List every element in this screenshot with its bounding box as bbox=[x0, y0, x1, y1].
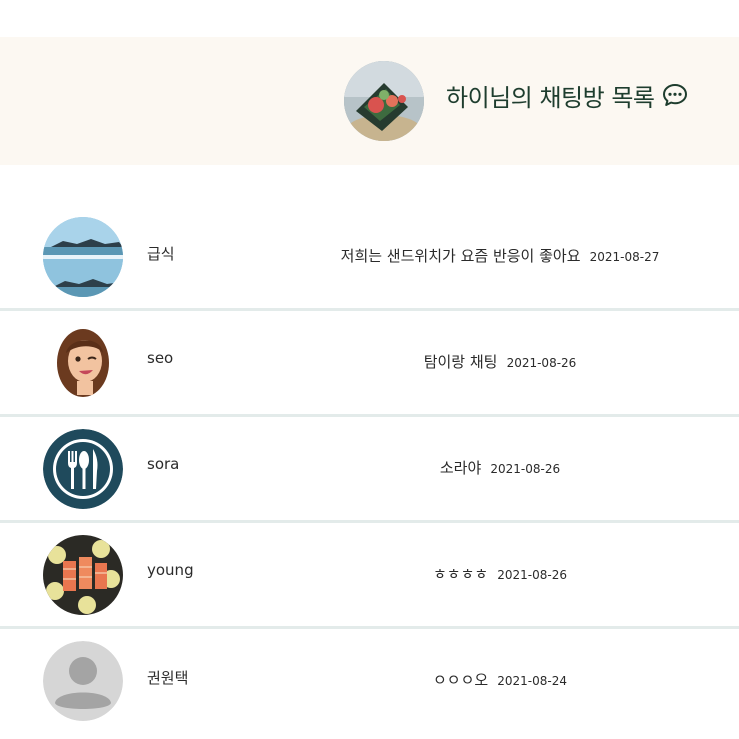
message-date: 2021-08-26 bbox=[506, 356, 577, 370]
page-title: 하이님의 채팅방 목록 bbox=[446, 83, 655, 112]
chat-room-list: 급식 저희는 샌드위치가 요즘 반응이 좋아요 2021-08-27 seo 탐… bbox=[0, 205, 739, 732]
chat-room-row[interactable]: 급식 저희는 샌드위치가 요즘 반응이 좋아요 2021-08-27 bbox=[0, 205, 739, 308]
avatar bbox=[43, 535, 123, 615]
chat-bubble-dots-icon[interactable] bbox=[662, 82, 688, 108]
last-message-group: ㅎㅎㅎㅎ 2021-08-26 bbox=[250, 563, 739, 584]
chat-room-row[interactable]: sora 소라야 2021-08-26 bbox=[0, 417, 739, 520]
last-message: 저희는 샌드위치가 요즘 반응이 좋아요 bbox=[340, 247, 581, 265]
last-message-group: ㅇㅇㅇ오 2021-08-24 bbox=[250, 669, 739, 690]
last-message-group: 소라야 2021-08-26 bbox=[250, 457, 739, 478]
room-name: 급식 bbox=[147, 245, 175, 263]
chat-room-row[interactable]: young ㅎㅎㅎㅎ 2021-08-26 bbox=[0, 523, 739, 626]
sea-landscape-photo-icon bbox=[43, 217, 123, 297]
last-message: 탐이랑 채팅 bbox=[423, 353, 498, 371]
last-message: ㅎㅎㅎㅎ bbox=[432, 565, 489, 583]
avatar bbox=[43, 429, 123, 509]
message-date: 2021-08-26 bbox=[497, 568, 568, 582]
room-name: 권원택 bbox=[147, 669, 189, 687]
header-avatar bbox=[344, 61, 424, 141]
chat-room-row[interactable]: 권원택 ㅇㅇㅇ오 2021-08-24 bbox=[0, 629, 739, 732]
cutlery-logo-icon bbox=[43, 429, 123, 509]
message-date: 2021-08-24 bbox=[497, 674, 568, 688]
sandwich-photo-icon bbox=[344, 61, 424, 141]
chat-room-list-page: 하이님의 채팅방 목록 급식 저희는 샌드위치가 요즘 반응이 좋아요 2021… bbox=[0, 0, 739, 739]
chat-room-row[interactable]: seo 탐이랑 채팅 2021-08-26 bbox=[0, 311, 739, 414]
last-message-group: 탐이랑 채팅 2021-08-26 bbox=[250, 351, 739, 372]
salmon-lemon-photo-icon bbox=[43, 535, 123, 615]
last-message: 소라야 bbox=[439, 459, 482, 477]
header-title-group: 하이님의 채팅방 목록 bbox=[446, 77, 688, 113]
default-user-avatar-icon bbox=[43, 641, 123, 721]
room-name: sora bbox=[147, 455, 180, 473]
last-message-group: 저희는 샌드위치가 요즘 반응이 좋아요 2021-08-27 bbox=[250, 245, 739, 266]
last-message: ㅇㅇㅇ오 bbox=[432, 671, 489, 689]
avatar bbox=[43, 641, 123, 721]
avatar bbox=[43, 323, 123, 403]
room-name: young bbox=[147, 561, 194, 579]
avatar bbox=[43, 217, 123, 297]
chat-list-header: 하이님의 채팅방 목록 bbox=[0, 37, 739, 165]
message-date: 2021-08-27 bbox=[589, 250, 660, 264]
memoji-girl-icon bbox=[43, 323, 123, 403]
message-date: 2021-08-26 bbox=[490, 462, 561, 476]
room-name: seo bbox=[147, 349, 174, 367]
